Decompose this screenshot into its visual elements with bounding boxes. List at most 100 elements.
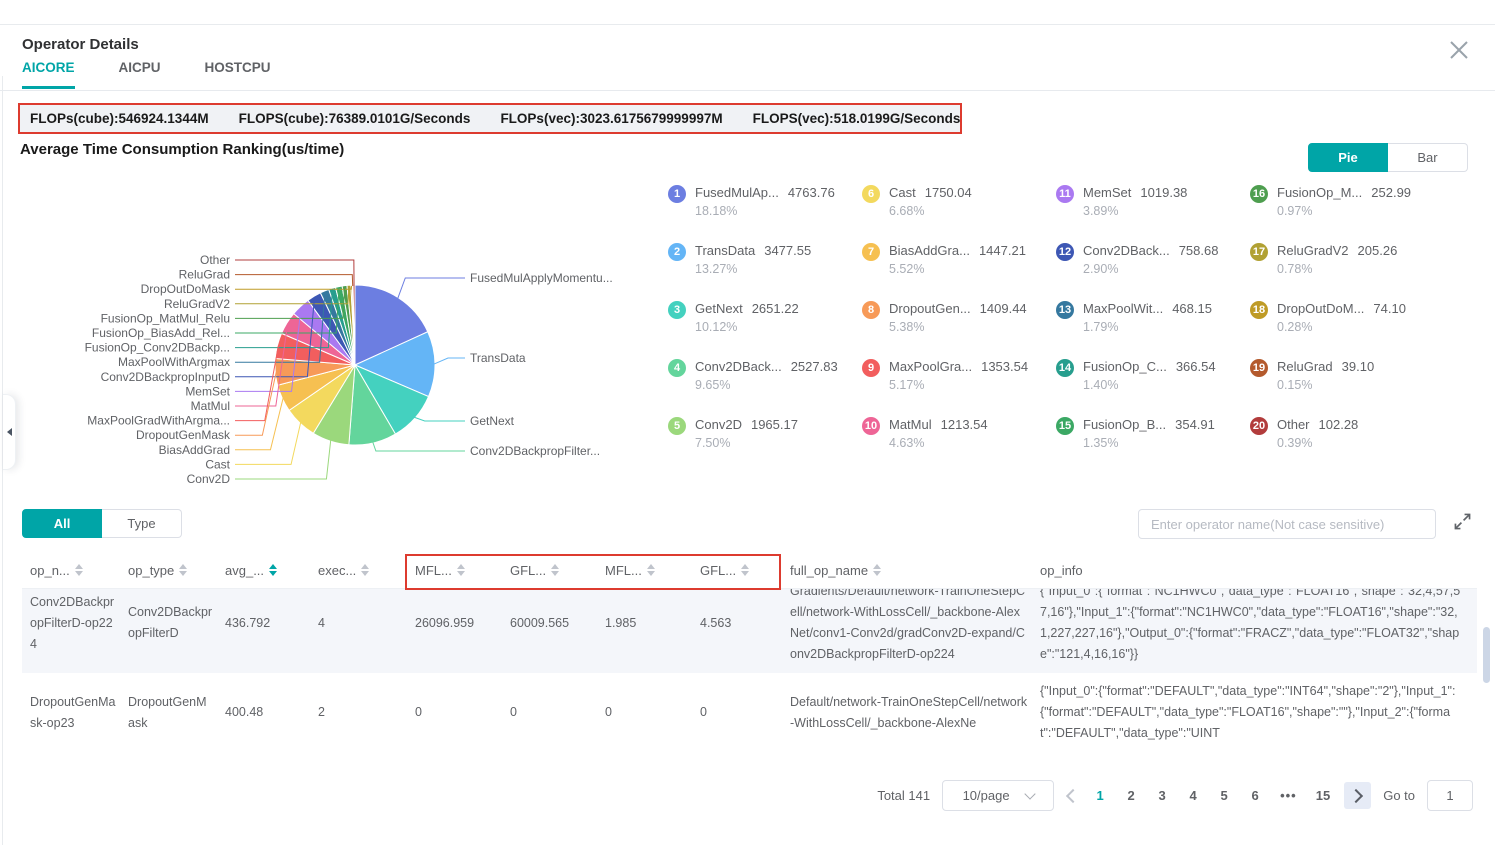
- table-header-row: op_n...op_typeavg_...exec...MFL...GFL...…: [22, 552, 1477, 588]
- legend-item[interactable]: 17ReluGradV2205.260.78%: [1250, 242, 1480, 300]
- legend-item[interactable]: 4Conv2DBack...2527.839.65%: [668, 358, 862, 416]
- legend-item[interactable]: 1FusedMulAp...4763.7618.18%: [668, 184, 862, 242]
- chart-pie-button[interactable]: Pie: [1308, 143, 1388, 172]
- cell: 0: [510, 702, 605, 723]
- cell: Conv2DBackpropFilterD: [128, 602, 225, 644]
- column-header-op_n[interactable]: op_n...: [30, 563, 128, 578]
- legend-text: FusedMulAp...4763.7618.18%: [695, 184, 835, 218]
- column-header-GFL[interactable]: GFL...: [510, 563, 605, 578]
- tab-aicpu[interactable]: AICPU: [119, 60, 161, 89]
- pie-label-line: [235, 372, 276, 435]
- legend-name: Other: [1277, 417, 1310, 432]
- page-number-15[interactable]: 15: [1316, 788, 1330, 803]
- sort-icon[interactable]: [179, 564, 187, 576]
- legend-item[interactable]: 11MemSet1019.383.89%: [1056, 184, 1250, 242]
- legend-item[interactable]: 20Other102.280.39%: [1250, 416, 1480, 474]
- column-header-exec[interactable]: exec...: [318, 563, 415, 578]
- legend-item[interactable]: 10MatMul1213.544.63%: [862, 416, 1056, 474]
- sort-icon[interactable]: [75, 564, 83, 576]
- tab-hostcpu[interactable]: HOSTCPU: [205, 60, 271, 89]
- legend-item[interactable]: 8DropoutGen...1409.445.38%: [862, 300, 1056, 358]
- legend-item[interactable]: 3GetNext2651.2210.12%: [668, 300, 862, 358]
- legend-name-value: FusionOp_B...354.91: [1083, 416, 1215, 433]
- goto-page-input[interactable]: [1427, 780, 1473, 811]
- tab-bar: AICORE AICPU HOSTCPU: [22, 60, 271, 89]
- legend-percent: 10.12%: [695, 320, 799, 334]
- legend-name-value: Conv2DBack...2527.83: [695, 358, 838, 375]
- legend-item[interactable]: 18DropOutDoM...74.100.28%: [1250, 300, 1480, 358]
- legend-item[interactable]: 15FusionOp_B...354.911.35%: [1056, 416, 1250, 474]
- legend-value: 4763.76: [788, 185, 835, 200]
- sort-icon[interactable]: [269, 564, 277, 576]
- page-number-5[interactable]: 5: [1218, 788, 1230, 803]
- legend-name-value: MatMul1213.54: [889, 416, 988, 433]
- legend-text: MaxPoolGra...1353.545.17%: [889, 358, 1028, 392]
- cell: Conv2DBackpropFilterD-op224: [30, 592, 128, 655]
- pie-legend: 1FusedMulAp...4763.7618.18%2TransData347…: [668, 184, 1480, 474]
- column-header-MFL[interactable]: MFL...: [605, 563, 700, 578]
- cell: 400.48: [225, 702, 318, 723]
- sort-down-caret: [457, 571, 465, 576]
- pie-label-line: [373, 442, 465, 451]
- legend-name: FusionOp_B...: [1083, 417, 1166, 432]
- legend-item[interactable]: 9 MaxPoolGra...1353.545.17%: [862, 358, 1056, 416]
- tab-aicore[interactable]: AICORE: [22, 60, 75, 89]
- column-header-op_type[interactable]: op_type: [128, 563, 225, 578]
- legend-item[interactable]: 13 MaxPoolWit...468.151.79%: [1056, 300, 1250, 358]
- legend-percent: 9.65%: [695, 378, 838, 392]
- legend-item[interactable]: 6Cast1750.046.68%: [862, 184, 1056, 242]
- cell: {"Input_0":{"format":"DEFAULT","data_typ…: [1040, 681, 1477, 744]
- legend-item[interactable]: 19ReluGrad39.100.15%: [1250, 358, 1480, 416]
- table-scrollbar[interactable]: [1483, 627, 1490, 683]
- prev-page-button[interactable]: [1066, 791, 1080, 801]
- legend-text: MatMul1213.544.63%: [889, 416, 988, 450]
- pie-label-line: [235, 346, 278, 421]
- sort-icon[interactable]: [647, 564, 655, 576]
- sort-icon[interactable]: [741, 564, 749, 576]
- legend-name-value: TransData3477.55: [695, 242, 811, 259]
- filter-all-button[interactable]: All: [22, 509, 102, 538]
- legend-name: BiasAddGra...: [889, 243, 970, 258]
- sort-icon[interactable]: [873, 564, 881, 576]
- close-icon[interactable]: [1447, 38, 1471, 62]
- page-number-3[interactable]: 3: [1156, 788, 1168, 803]
- legend-rank-badge: 9: [862, 359, 880, 377]
- filter-type-button[interactable]: Type: [102, 509, 182, 538]
- column-header-full_op_name[interactable]: full_op_name: [790, 563, 1040, 578]
- chart-bar-button[interactable]: Bar: [1388, 143, 1468, 172]
- sort-icon[interactable]: [361, 564, 369, 576]
- legend-item[interactable]: 16FusionOp_M...252.990.97%: [1250, 184, 1480, 242]
- legend-item[interactable]: 14FusionOp_C...366.541.40%: [1056, 358, 1250, 416]
- legend-name-value: MemSet1019.38: [1083, 184, 1187, 201]
- chevron-left-icon: [1066, 788, 1080, 802]
- page-size-select[interactable]: 10/page: [942, 780, 1054, 811]
- legend-text: FusionOp_B...354.911.35%: [1083, 416, 1215, 450]
- page-number-6[interactable]: 6: [1249, 788, 1261, 803]
- legend-percent: 3.89%: [1083, 204, 1187, 218]
- legend-item[interactable]: 2TransData3477.5513.27%: [668, 242, 862, 300]
- page-number-1[interactable]: 1: [1094, 788, 1106, 803]
- legend-text: MaxPoolWit...468.151.79%: [1083, 300, 1212, 334]
- legend-name: TransData: [695, 243, 755, 258]
- legend-name-value: MaxPoolWit...468.15: [1083, 300, 1212, 317]
- legend-item[interactable]: 7BiasAddGra...1447.215.52%: [862, 242, 1056, 300]
- legend-percent: 0.97%: [1277, 204, 1411, 218]
- pie-label: Conv2D: [187, 472, 231, 486]
- sort-icon[interactable]: [551, 564, 559, 576]
- column-header-MFL[interactable]: MFL...: [415, 563, 510, 578]
- next-page-button[interactable]: [1344, 782, 1371, 809]
- page-number-4[interactable]: 4: [1187, 788, 1199, 803]
- legend-rank-badge: 13: [1056, 301, 1074, 319]
- fullscreen-icon[interactable]: [1454, 513, 1471, 530]
- legend-item[interactable]: 5Conv2D1965.177.50%: [668, 416, 862, 474]
- legend-value: 1019.38: [1140, 185, 1187, 200]
- column-header-GFL[interactable]: GFL...: [700, 563, 790, 578]
- cell: 436.792: [225, 613, 318, 634]
- pie-label: Other: [200, 253, 230, 267]
- legend-item[interactable]: 12Conv2DBack...758.682.90%: [1056, 242, 1250, 300]
- pie-chart[interactable]: OtherReluGradDropOutDoMaskReluGradV2Fusi…: [10, 175, 660, 505]
- search-input[interactable]: [1138, 509, 1436, 539]
- column-header-avg_[interactable]: avg_...: [225, 563, 318, 578]
- page-number-2[interactable]: 2: [1125, 788, 1137, 803]
- sort-icon[interactable]: [457, 564, 465, 576]
